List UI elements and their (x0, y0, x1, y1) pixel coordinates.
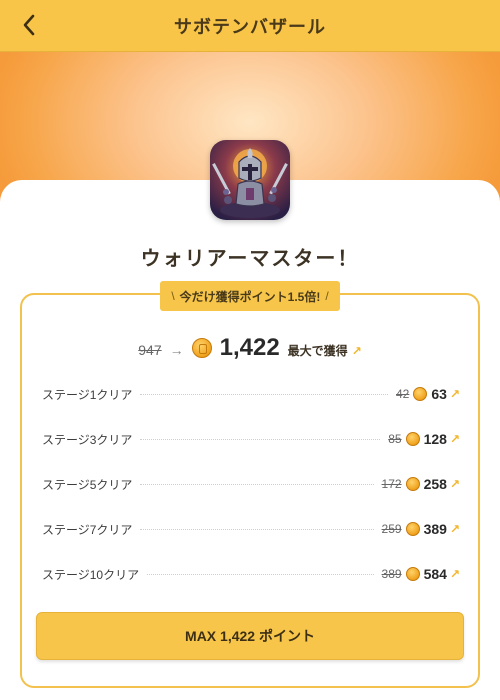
page-title: サボテンバザール (174, 16, 326, 37)
knight-warrior-app-icon (210, 140, 290, 220)
arrow-right-icon: → (169, 342, 184, 358)
coin-icon (191, 338, 212, 358)
back-button[interactable] (14, 10, 44, 40)
coin-icon (413, 387, 428, 401)
coin-icon (405, 432, 420, 446)
reward-row: ステージ1クリア 42 63 ↗ (42, 384, 460, 404)
arrow-up-right-icon: ↗ (351, 344, 362, 358)
reward-row: ステージ3クリア 85 128 ↗ (42, 429, 460, 449)
max-points-button[interactable]: MAX 1,422 ポイント (36, 612, 464, 660)
promo-badge: \ 今だけ獲得ポイント1.5倍! / (160, 281, 340, 311)
reward-row: ステージ10クリア 389 584 ↗ (42, 564, 460, 584)
row-divider (140, 438, 381, 440)
coin-icon (405, 567, 420, 581)
row-old-points: 259 (381, 522, 402, 536)
points-summary: 947 → 1,422 最大で獲得 ↗ (0, 334, 500, 362)
row-new-points: 63 (431, 386, 447, 402)
row-divider (140, 483, 374, 485)
reward-row: ステージ5クリア 172 258 ↗ (42, 474, 460, 494)
row-divider (140, 528, 374, 530)
row-old-points: 389 (381, 567, 402, 581)
game-title: ウォリアーマスター！ (140, 248, 360, 270)
coin-icon (405, 477, 420, 491)
top-bar: サボテンバザール (0, 0, 500, 52)
row-label: ステージ7クリア (42, 522, 133, 537)
row-label: ステージ5クリア (42, 477, 133, 492)
summary-suffix: 最大で獲得 (287, 344, 348, 358)
promo-left-mark: \ (171, 289, 175, 303)
chevron-left-icon (23, 14, 35, 36)
row-label: ステージ3クリア (42, 432, 133, 447)
row-old-points: 172 (381, 477, 402, 491)
arrow-up-right-icon: ↗ (449, 477, 460, 491)
row-new-points: 258 (423, 476, 447, 492)
row-new-points: 584 (423, 566, 447, 582)
row-divider (147, 573, 374, 575)
old-total: 947 (138, 342, 162, 358)
row-new-points: 389 (423, 521, 447, 537)
row-divider (140, 393, 388, 395)
row-old-points: 85 (388, 432, 402, 446)
row-label: ステージ10クリア (42, 567, 140, 582)
promo-label: 今だけ獲得ポイント1.5倍! (179, 289, 321, 304)
row-old-points: 42 (396, 387, 410, 401)
coin-icon (405, 522, 420, 536)
row-new-points: 128 (423, 431, 447, 447)
new-total: 1,422 (219, 334, 280, 361)
arrow-up-right-icon: ↗ (449, 432, 460, 446)
arrow-up-right-icon: ↗ (449, 567, 460, 581)
reward-row: ステージ7クリア 259 389 ↗ (42, 519, 460, 539)
row-label: ステージ1クリア (42, 387, 133, 402)
arrow-up-right-icon: ↗ (449, 522, 460, 536)
promo-right-mark: / (325, 289, 329, 303)
arrow-up-right-icon: ↗ (449, 387, 460, 401)
